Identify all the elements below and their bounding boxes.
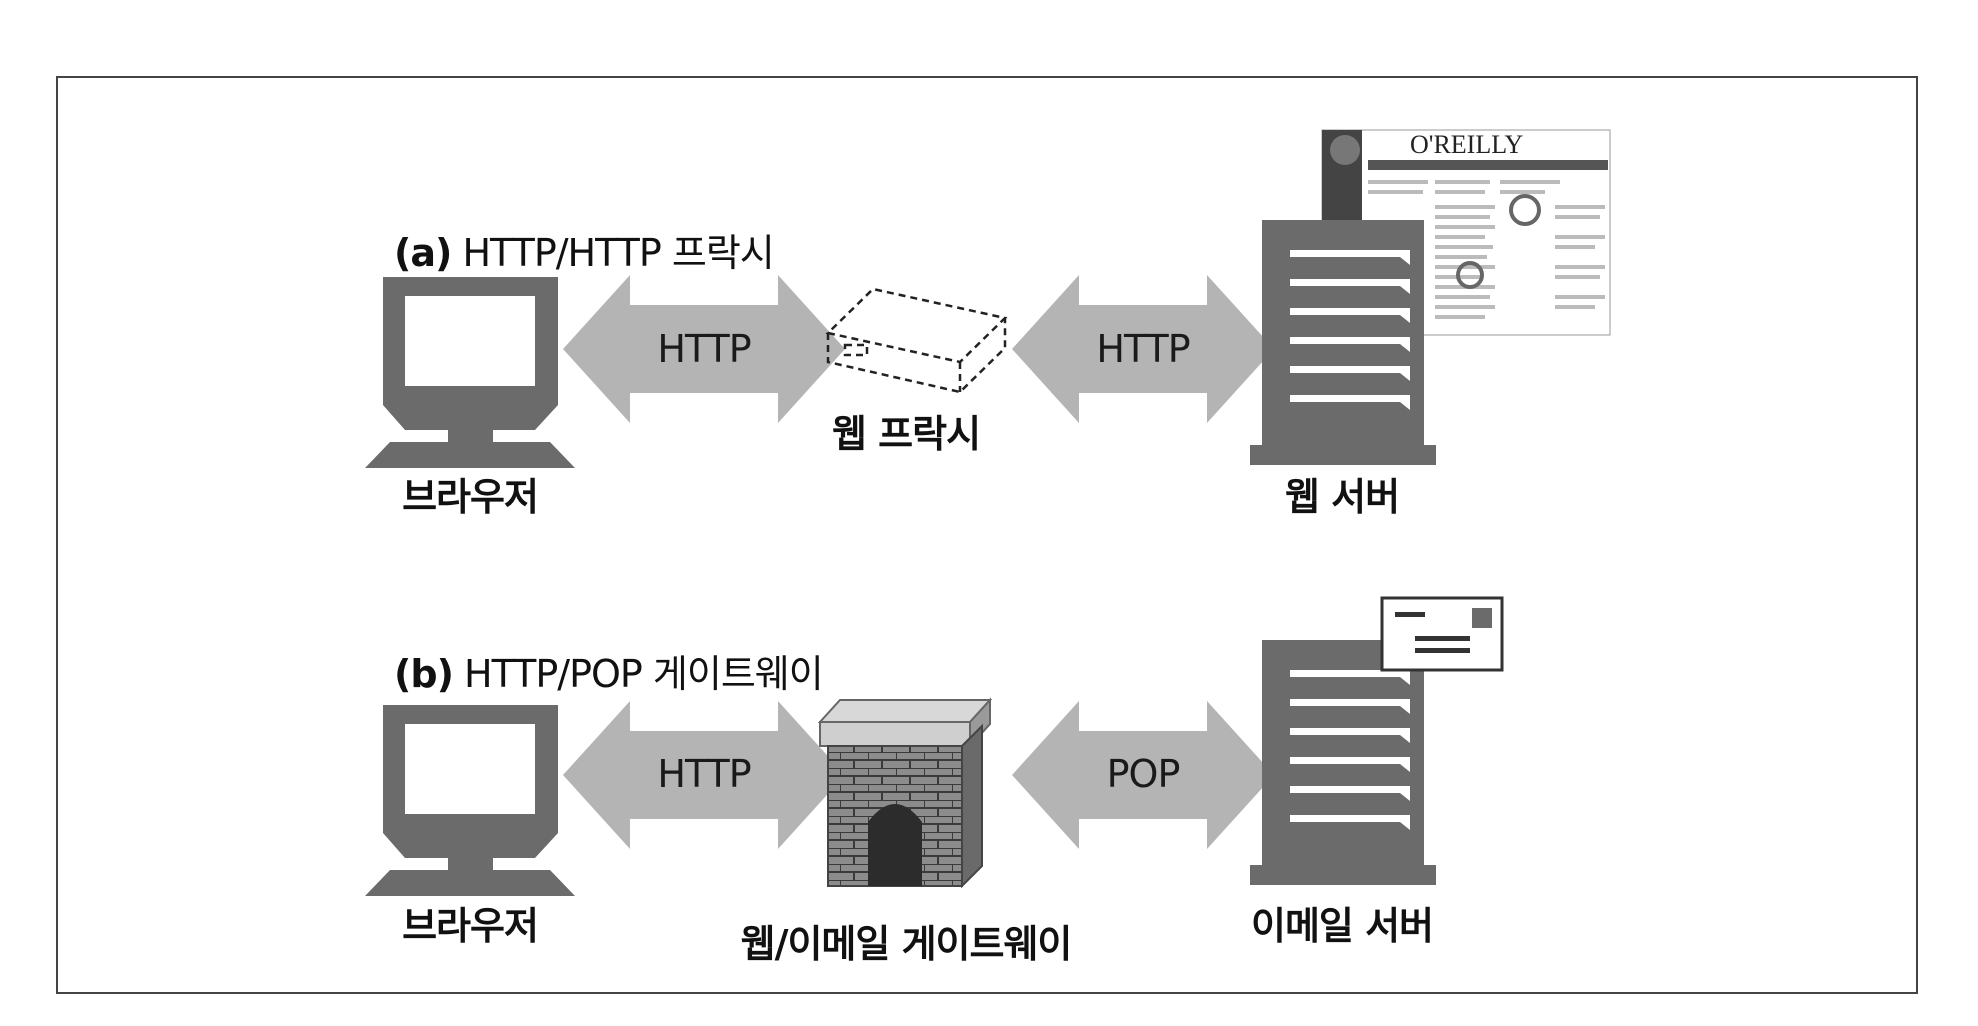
browser-label-a: 브라우저 — [402, 475, 539, 519]
browser-label-b: 브라우저 — [402, 904, 539, 948]
envelope-icon — [1380, 596, 1504, 672]
server-tower-icon — [1250, 640, 1436, 885]
arrow-label-b-left: HTTP — [657, 752, 751, 796]
arrow-label-a-right: HTTP — [1096, 327, 1190, 371]
proxy-box-icon — [825, 287, 1008, 394]
diagram-graphics: O'REILLY — [365, 129, 1611, 896]
web-server-label: 웹 서버 — [1284, 475, 1400, 519]
section-a-label: (a) HTTP/HTTP 프락시 — [394, 222, 775, 277]
arrow-label-a-left: HTTP — [657, 327, 751, 371]
computer-monitor-icon — [365, 705, 575, 896]
arrow-label-b-right: POP — [1106, 752, 1181, 796]
section-a-prefix: (a) — [394, 231, 452, 275]
email-server-label: 이메일 서버 — [1250, 904, 1434, 948]
web-proxy-label: 웹 프락시 — [831, 412, 981, 456]
section-b-title: HTTP/POP 게이트웨이 — [464, 652, 824, 696]
section-a-title: HTTP/HTTP 프락시 — [462, 231, 774, 275]
section-b-label: (b) HTTP/POP 게이트웨이 — [394, 643, 824, 698]
web-page-logo: O'REILLY — [1410, 130, 1524, 159]
server-tower-icon — [1250, 220, 1436, 465]
section-b-prefix: (b) — [394, 652, 454, 696]
computer-monitor-icon — [365, 277, 575, 468]
brick-gateway-icon — [817, 697, 993, 889]
gateway-label: 웹/이메일 게이트웨이 — [740, 922, 1073, 966]
